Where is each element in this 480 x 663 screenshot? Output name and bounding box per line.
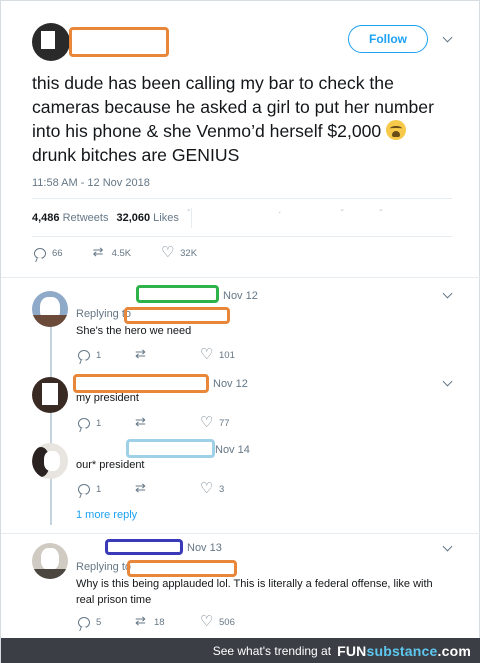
like-button[interactable]: 101: [200, 345, 235, 363]
reply-actions: 5 18 506: [78, 612, 235, 630]
chevron-down-icon[interactable]: [442, 32, 453, 43]
tweet-text: this dude has been calling my bar to che…: [32, 73, 434, 165]
reply-avatar[interactable]: [32, 443, 68, 479]
reply-author-redacted: [136, 285, 219, 303]
reply-avatar[interactable]: [32, 291, 68, 327]
tweet-frame: Follow this dude has been calling my bar…: [0, 0, 480, 663]
show-more-replies-link[interactable]: 1 more reply: [76, 509, 137, 521]
author-avatar[interactable]: [32, 23, 70, 61]
like-button[interactable]: 77: [200, 413, 230, 431]
retweet-icon: [93, 244, 106, 260]
heart-icon: [161, 243, 174, 261]
retweet-button[interactable]: [135, 414, 200, 430]
reply-icon: [78, 350, 90, 361]
replying-to-label: Replying to: [76, 561, 132, 573]
divider: [1, 533, 480, 534]
reply-button[interactable]: 1: [78, 484, 135, 495]
reply-text: my president: [76, 392, 139, 404]
replying-to-label: Replying to: [76, 308, 132, 320]
loudly-crying-face-icon: [386, 120, 407, 140]
reply-icon: [78, 617, 90, 628]
like-button[interactable]: 32K: [161, 243, 197, 261]
replying-to-handle-redacted: [124, 307, 230, 324]
retweet-button[interactable]: [135, 346, 200, 362]
tweet-stats: 4,486 Retweets 32,060 Likes: [32, 208, 192, 228]
author-name-redacted: [69, 27, 169, 57]
like-button[interactable]: 506: [200, 612, 235, 630]
reply-icon: [78, 484, 90, 495]
reply-icon: [34, 248, 46, 259]
reply-actions: 1 3: [78, 479, 224, 497]
thread-line: [50, 327, 52, 525]
reply-button[interactable]: 5: [78, 617, 135, 628]
heart-icon: [200, 413, 213, 431]
likes-stat[interactable]: 32,060 Likes: [116, 212, 178, 224]
reply-avatar[interactable]: [32, 543, 68, 579]
retweet-button[interactable]: [135, 480, 200, 496]
divider: [32, 236, 452, 237]
site-logo: FUNsubstance.com: [337, 643, 471, 659]
reply-actions: 1 77: [78, 413, 230, 431]
reply-date[interactable]: Nov 14: [215, 444, 250, 456]
reply-text: She's the hero we need: [76, 325, 192, 337]
reply-date[interactable]: Nov 12: [213, 378, 248, 390]
divider: [32, 198, 452, 199]
reply-date[interactable]: Nov 12: [223, 290, 258, 302]
reply-author-redacted: [105, 539, 183, 555]
follow-button[interactable]: Follow: [348, 25, 428, 53]
retweets-stat[interactable]: 4,486 Retweets: [32, 212, 108, 224]
watermark-footer: See what's trending at FUNsubstance.com: [1, 638, 480, 663]
retweet-button[interactable]: 18: [135, 613, 200, 629]
replying-to-handle-redacted: [127, 560, 237, 577]
heart-icon: [200, 345, 213, 363]
reply-button[interactable]: 1: [78, 350, 135, 361]
heart-icon: [200, 612, 213, 630]
reply-button[interactable]: 1: [78, 418, 135, 429]
footer-text: See what's trending at: [212, 644, 332, 658]
reply-date[interactable]: Nov 13: [187, 542, 222, 554]
retweet-icon: [135, 414, 148, 430]
reply-icon: [78, 418, 90, 429]
retweet-icon: [135, 613, 148, 629]
reply-author-redacted: [126, 439, 215, 458]
retweet-button[interactable]: 4.5K: [93, 244, 132, 260]
reply-text: our* president: [76, 459, 145, 471]
tweet-timestamp[interactable]: 11:58 AM - 12 Nov 2018: [32, 177, 150, 189]
reply-actions: 1 101: [78, 345, 235, 363]
reply-avatar[interactable]: [32, 377, 68, 413]
chevron-down-icon[interactable]: [442, 541, 453, 552]
chevron-down-icon[interactable]: [442, 288, 453, 299]
retweet-icon: [135, 346, 148, 362]
chevron-down-icon[interactable]: [442, 376, 453, 387]
liker-avatars-placeholder: - . - -: [187, 205, 385, 216]
heart-icon: [200, 479, 213, 497]
like-button[interactable]: 3: [200, 479, 224, 497]
tweet-actions: 66 4.5K 32K: [34, 243, 197, 261]
divider: [1, 277, 480, 278]
reply-text: Why is this being applauded lol. This is…: [76, 578, 433, 606]
retweet-icon: [135, 480, 148, 496]
reply-button[interactable]: 66: [34, 248, 63, 259]
